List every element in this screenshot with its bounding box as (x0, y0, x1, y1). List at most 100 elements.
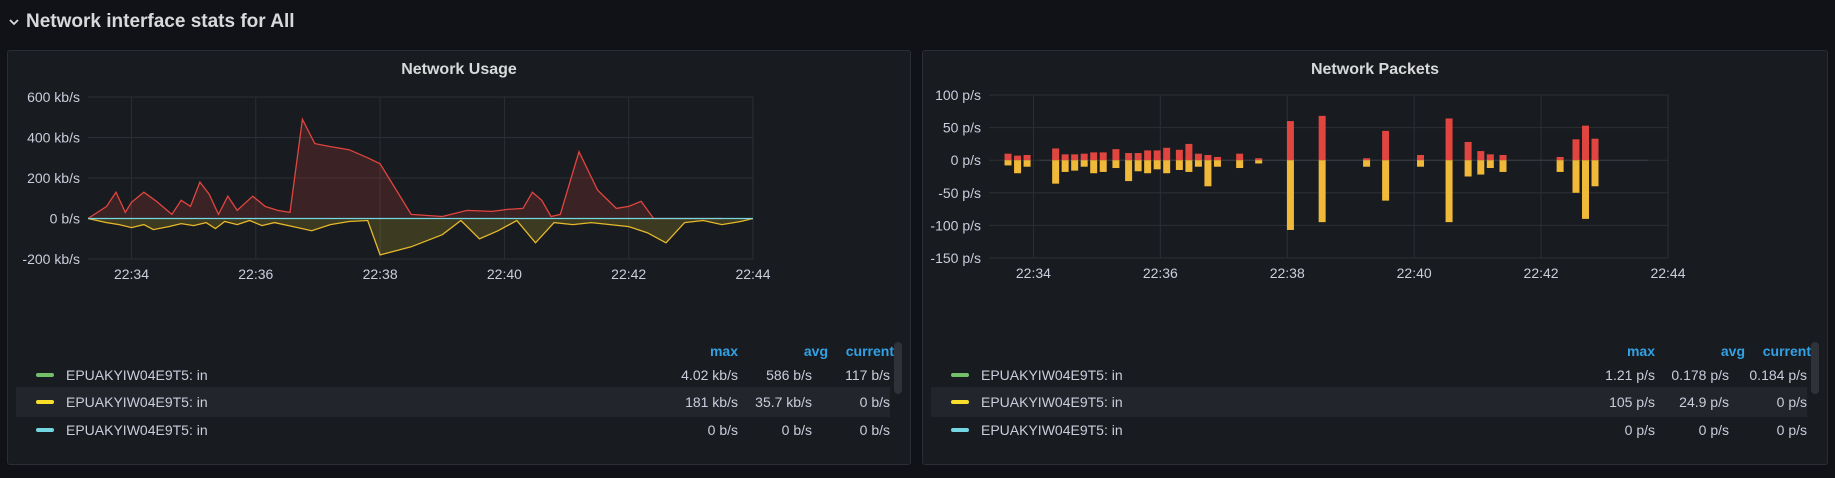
series-name: EPUAKYIW04E9T5: in (66, 422, 208, 438)
series-max: 4.02 kb/s (681, 367, 738, 383)
x-tick-label: 22:42 (1524, 265, 1559, 281)
x-tick-label: 22:34 (114, 266, 149, 282)
bar (1061, 160, 1069, 172)
series-max: 0 b/s (707, 422, 738, 438)
legend-row[interactable]: EPUAKYIW04E9T5: in 4.02 kb/s 586 b/s 117… (16, 360, 890, 390)
bar (1499, 154, 1507, 161)
y-tick-label: 200 kb/s (27, 170, 80, 186)
series-color-swatch[interactable] (36, 428, 54, 432)
series-avg: 0 p/s (1698, 422, 1729, 438)
series-color-swatch[interactable] (951, 428, 969, 432)
series-color-swatch[interactable] (951, 373, 969, 377)
bar (1445, 118, 1453, 161)
bar (1080, 160, 1088, 167)
x-tick-label: 22:44 (735, 266, 770, 282)
bar (1417, 160, 1425, 167)
x-tick-label: 22:36 (238, 266, 273, 282)
legend-header-avg[interactable]: avg (804, 343, 828, 359)
series-area-fill (88, 218, 753, 255)
bar (1464, 141, 1472, 161)
legend-scrollbar[interactable] (894, 342, 902, 394)
series-current: 0 b/s (859, 422, 890, 438)
bar (1318, 115, 1326, 161)
bar (1477, 151, 1485, 161)
series-max: 1.21 p/s (1605, 367, 1655, 383)
bar (1061, 154, 1069, 161)
legend-scrollbar[interactable] (1811, 342, 1819, 394)
bar (1255, 160, 1263, 164)
bar (1286, 160, 1294, 230)
legend-row[interactable]: EPUAKYIW04E9T5: in 181 kb/s 35.7 kb/s 0 … (16, 387, 890, 417)
y-tick-label: -200 kb/s (22, 251, 80, 267)
bar (1486, 154, 1494, 161)
legend-row[interactable]: EPUAKYIW04E9T5: in 0 b/s 0 b/s 0 b/s (16, 415, 890, 445)
y-tick-label: -150 p/s (930, 250, 981, 266)
bar (1445, 160, 1453, 223)
bar (1382, 130, 1390, 161)
legend-row[interactable]: EPUAKYIW04E9T5: in 0 p/s 0 p/s 0 p/s (931, 415, 1807, 445)
legend-row[interactable]: EPUAKYIW04E9T5: in 1.21 p/s 0.178 p/s 0.… (931, 360, 1807, 390)
bar (1099, 152, 1107, 161)
bar (1486, 160, 1494, 169)
legend-header-current[interactable]: current (846, 343, 894, 359)
bar (1382, 160, 1390, 201)
bar (1194, 160, 1202, 167)
bar (1464, 160, 1472, 177)
x-tick-label: 22:40 (487, 266, 522, 282)
series-current: 0 b/s (859, 394, 890, 410)
bar (1556, 160, 1564, 172)
x-tick-label: 22:38 (1270, 265, 1305, 281)
bar (1556, 156, 1564, 161)
series-color-swatch[interactable] (36, 400, 54, 404)
bar (1112, 149, 1120, 161)
bar (1499, 160, 1507, 172)
bar (1071, 160, 1079, 171)
bar (1213, 160, 1221, 167)
y-tick-label: -50 p/s (938, 185, 981, 201)
series-current: 0 p/s (1776, 422, 1807, 438)
bar (1185, 160, 1193, 172)
series-avg: 586 b/s (766, 367, 812, 383)
network-packets-panel[interactable]: Network Packets 100 p/s 50 p/s 0 p/s -50 p/… (922, 50, 1828, 465)
bar (1591, 160, 1599, 187)
row-title: Network interface stats for All (26, 11, 295, 32)
bar (1071, 154, 1079, 161)
y-tick-label: 100 p/s (935, 87, 981, 103)
y-tick-label: 600 kb/s (27, 89, 80, 105)
bar (1112, 160, 1120, 169)
series-color-swatch[interactable] (36, 373, 54, 377)
legend-header-current[interactable]: current (1763, 343, 1811, 359)
bar (1477, 160, 1485, 175)
bar (1185, 143, 1193, 161)
bar (1236, 160, 1244, 169)
bar (1255, 158, 1263, 161)
y-tick-label: 0 p/s (951, 152, 981, 168)
bar (1591, 138, 1599, 161)
series-color-swatch[interactable] (951, 400, 969, 404)
network-usage-chart[interactable]: 600 kb/s 400 kb/s 200 kb/s 0 b/s -200 kb/s 22… (8, 51, 912, 341)
bar (1125, 153, 1133, 161)
bar (1052, 148, 1060, 161)
bar (1153, 160, 1161, 170)
bar (1023, 160, 1031, 167)
legend-row[interactable]: EPUAKYIW04E9T5: in 105 p/s 24.9 p/s 0 p/… (931, 387, 1807, 417)
bar (1194, 153, 1202, 161)
bar (1417, 154, 1425, 161)
bar (1363, 158, 1371, 161)
bar (1163, 147, 1171, 161)
network-usage-panel[interactable]: Network Usage 600 kb/s 400 kb/s 200 kb/s 0 … (7, 50, 911, 465)
bar (1023, 154, 1031, 161)
bar (1236, 153, 1244, 161)
legend-header-max[interactable]: max (1627, 343, 1655, 359)
series-name: EPUAKYIW04E9T5: in (981, 422, 1123, 438)
legend-header-avg[interactable]: avg (1721, 343, 1745, 359)
x-tick-label: 22:40 (1397, 265, 1432, 281)
network-packets-chart[interactable]: 100 p/s 50 p/s 0 p/s -50 p/s -100 p/s -150 p/… (923, 51, 1829, 341)
row-header-network-interface[interactable]: Network interface stats for All (8, 8, 295, 36)
bar (1090, 160, 1098, 174)
series-current: 0 p/s (1776, 394, 1807, 410)
series-max: 181 kb/s (685, 394, 738, 410)
chevron-down-icon[interactable] (8, 16, 20, 28)
legend-header-max[interactable]: max (710, 343, 738, 359)
series-current: 117 b/s (845, 367, 890, 383)
